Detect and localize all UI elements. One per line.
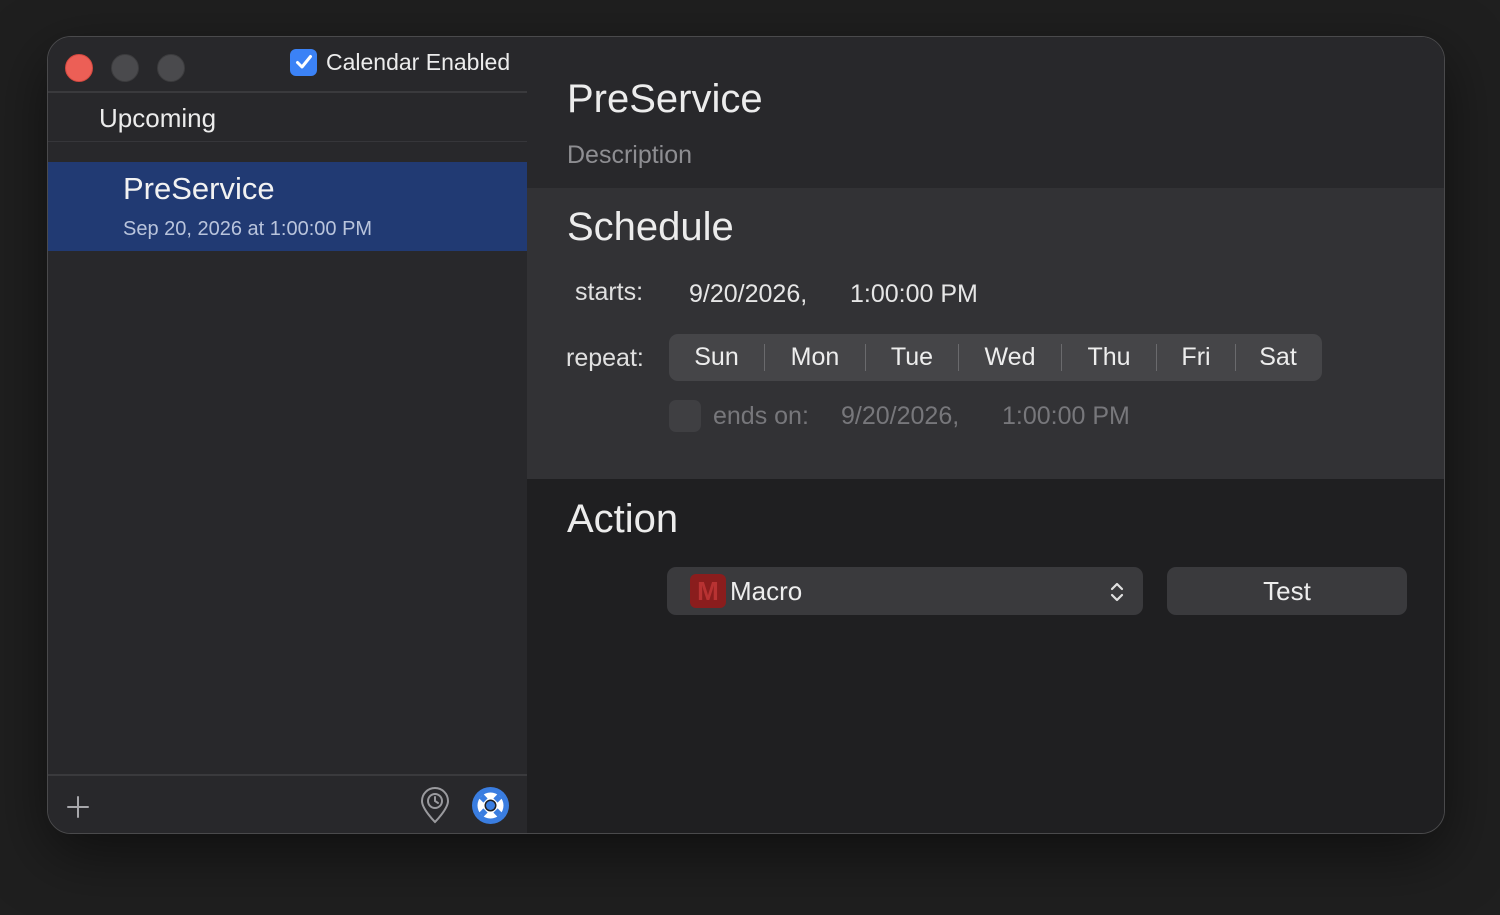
ends-on-checkbox[interactable]	[669, 400, 701, 432]
day-thu[interactable]: Thu	[1062, 343, 1156, 372]
action-title: Action	[567, 497, 679, 541]
repeat-label: repeat:	[566, 344, 644, 372]
event-list-item[interactable]: PreService Sep 20, 2026 at 1:00:00 PM	[48, 162, 527, 251]
calendar-enabled-label: Calendar Enabled	[326, 48, 511, 75]
schedule-section: Schedule starts: 9/20/2026, 1:00:00 PM r…	[527, 188, 1444, 479]
divider	[48, 91, 527, 93]
detail-pane: PreService Description Schedule starts: …	[527, 37, 1444, 833]
event-date: Sep 20, 2026 at 1:00:00 PM	[123, 218, 373, 240]
upcoming-section-title: Upcoming	[99, 103, 217, 133]
action-select[interactable]: M Macro	[667, 567, 1143, 615]
starts-time-field[interactable]: 1:00:00 PM	[850, 280, 978, 309]
zoom-window-button[interactable]	[157, 54, 185, 82]
schedule-title: Schedule	[567, 205, 734, 249]
day-wed[interactable]: Wed	[959, 343, 1061, 372]
close-window-button[interactable]	[65, 54, 93, 82]
day-fri[interactable]: Fri	[1157, 343, 1235, 372]
event-name-field[interactable]: PreService	[567, 77, 763, 122]
day-sun[interactable]: Sun	[669, 343, 764, 372]
ends-date-field[interactable]: 9/20/2026,	[841, 402, 959, 431]
location-button[interactable]	[417, 787, 453, 825]
macro-icon: M	[690, 574, 726, 608]
description-field[interactable]: Description	[567, 141, 692, 170]
calendar-enabled-checkbox[interactable]	[290, 48, 317, 76]
sidebar: Calendar Enabled Upcoming PreService Sep…	[48, 37, 527, 833]
add-event-button[interactable]	[62, 791, 94, 823]
ends-time-field[interactable]: 1:00:00 PM	[1002, 402, 1130, 431]
calendar-enabled-toggle[interactable]: Calendar Enabled	[290, 48, 510, 76]
chevron-up-down-icon	[1110, 582, 1124, 602]
checkmark-icon	[295, 55, 312, 69]
day-tue[interactable]: Tue	[866, 343, 958, 372]
starts-label: starts:	[575, 278, 644, 306]
detail-header: PreService Description	[527, 37, 1444, 188]
day-mon[interactable]: Mon	[765, 343, 865, 372]
event-title: PreService	[123, 171, 275, 206]
day-sat[interactable]: Sat	[1236, 343, 1320, 372]
plus-icon	[67, 796, 89, 818]
app-window: Calendar Enabled Upcoming PreService Sep…	[47, 36, 1445, 834]
test-button[interactable]: Test	[1167, 567, 1407, 615]
lifebuoy-icon	[472, 787, 509, 824]
action-select-value: Macro	[730, 576, 803, 606]
divider	[48, 141, 527, 142]
location-pin-icon	[420, 787, 450, 824]
starts-date-field[interactable]: 9/20/2026,	[689, 280, 807, 309]
help-button[interactable]	[471, 786, 510, 825]
minimize-window-button[interactable]	[111, 54, 139, 82]
divider	[48, 774, 527, 776]
ends-on-label: ends on:	[713, 402, 809, 430]
repeat-days-segmented-control: Sun Mon Tue Wed Thu Fri Sat	[669, 334, 1322, 381]
